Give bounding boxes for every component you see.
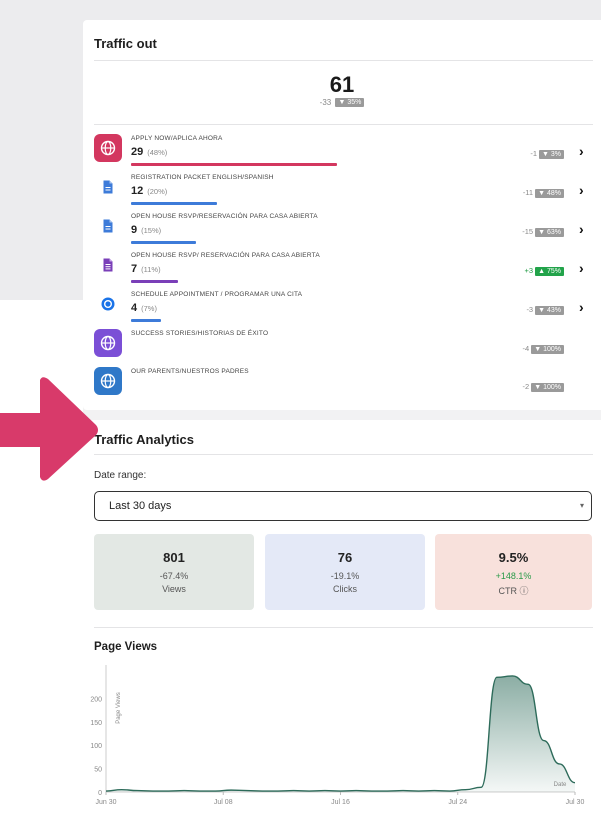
item-percent: (15%) — [141, 226, 162, 235]
item-label: OPEN HOUSE RSVP/RESERVACIÓN PARA CASA AB… — [131, 213, 318, 220]
y-tick-label: 100 — [90, 743, 102, 750]
item-count-value: 4 — [131, 302, 138, 314]
item-count: 4 (7%) — [131, 302, 157, 314]
item-delta-pill: ▼ 100% — [531, 382, 564, 392]
item-label: SUCCESS STORIES/HISTORIAS DE ÉXITO — [131, 330, 269, 337]
item-delta-value: +3 — [524, 266, 534, 275]
traffic-out-total: 61 — [329, 72, 355, 97]
traffic-out-total-delta: -33 ▼ 35% — [83, 98, 601, 108]
chevron-right-icon[interactable]: › — [579, 182, 584, 198]
item-label: SCHEDULE APPOINTMENT / PROGRAMAR UNA CIT… — [131, 291, 303, 298]
traffic-out-item[interactable]: OPEN HOUSE RSVP/RESERVACIÓN PARA CASA AB… — [94, 212, 584, 248]
item-label: OUR PARENTS/NUESTROS PADRES — [131, 368, 249, 375]
traffic-out-item: SUCCESS STORIES/HISTORIAS DE ÉXITO -4 ▼ 10… — [94, 329, 564, 365]
x-tick-label: Jun 30 — [95, 799, 116, 806]
page-views-chart: 0 50 100 150 200 Jun 30 Jul 08 Jul 16 Jul 24 Jul … — [90, 665, 585, 806]
item-count: 12 (20%) — [131, 185, 167, 197]
chevron-right-icon[interactable]: › — [579, 260, 584, 276]
y-tick-label: 0 — [98, 790, 102, 797]
item-count: 29 (48%) — [131, 146, 167, 158]
document-icon — [94, 173, 122, 201]
item-delta-pill: ▼ 48% — [535, 188, 564, 198]
traffic-out-item[interactable]: OPEN HOUSE RSVP/ RESERVACIÓN PARA CASA A… — [94, 251, 584, 287]
chevron-right-icon[interactable]: › — [579, 299, 584, 315]
item-percent: (7%) — [141, 304, 157, 313]
chevron-right-icon[interactable]: › — [579, 143, 584, 159]
item-delta: +3 ▲ 75% — [525, 266, 564, 276]
item-delta-value: -4 — [522, 344, 530, 353]
item-progress-bar — [131, 280, 178, 283]
x-tick-label: Jul 24 — [448, 799, 467, 806]
item-count-value: 9 — [131, 224, 138, 236]
x-tick-label: Jul 16 — [331, 799, 350, 806]
form-icon — [94, 251, 122, 279]
document-icon — [94, 212, 122, 240]
item-delta-value: -15 — [522, 227, 534, 236]
item-delta-pill: ▼ 100% — [531, 344, 564, 354]
divider — [94, 124, 593, 125]
item-delta-pill: ▼ 3% — [539, 149, 564, 159]
item-delta-pill: ▼ 63% — [535, 227, 564, 237]
item-progress-bar — [131, 319, 161, 322]
x-tick-label: Jul 30 — [566, 799, 585, 806]
divider — [94, 60, 593, 61]
traffic-out-item: OUR PARENTS/NUESTROS PADRES -2 ▼ 100% — [94, 367, 564, 403]
item-delta-pill: ▼ 43% — [535, 305, 564, 315]
total-delta-pill: ▼ 35% — [335, 98, 365, 108]
item-count-value: 7 — [131, 263, 138, 275]
item-delta-value: -3 — [526, 305, 534, 314]
item-count-value: 12 — [131, 185, 144, 197]
y-axis-label: Page Views — [116, 692, 122, 724]
item-count-value: 29 — [131, 146, 144, 158]
item-delta-pill: ▲ 75% — [535, 266, 564, 276]
y-tick-label: 200 — [90, 696, 102, 703]
item-delta: -15 ▼ 63% — [522, 227, 564, 237]
item-percent: (20%) — [147, 187, 168, 196]
item-percent: (48%) — [147, 148, 168, 157]
traffic-out-item[interactable]: REGISTRATION PACKET ENGLISH/SPANISH 12 (20… — [94, 173, 584, 209]
item-delta-value: -2 — [522, 382, 530, 391]
traffic-out-card: Traffic out 61 -33 ▼ 35% APPLY NOW/APLIC… — [83, 20, 601, 410]
x-axis-label: Date — [554, 782, 567, 788]
item-label: REGISTRATION PACKET ENGLISH/SPANISH — [131, 174, 274, 181]
item-progress-bar — [131, 163, 337, 166]
traffic-out-item[interactable]: APPLY NOW/APLICA AHORA 29 (48%) -1 ▼ 3% › — [94, 134, 584, 170]
item-delta-value: -11 — [522, 188, 534, 197]
item-delta: -3 ▼ 43% — [526, 305, 564, 315]
globe-icon — [94, 329, 122, 357]
traffic-out-title: Traffic out — [94, 36, 157, 51]
x-tick-label: Jul 08 — [214, 799, 233, 806]
pointer-arrow-icon — [0, 377, 98, 481]
item-progress-bar — [131, 202, 217, 205]
item-delta: -2 ▼ 100% — [523, 382, 564, 392]
item-count: 9 (15%) — [131, 224, 161, 236]
item-percent: (11%) — [141, 265, 161, 274]
item-delta: -11 ▼ 48% — [523, 188, 564, 198]
item-delta-value: -1 — [530, 149, 537, 158]
item-progress-bar — [131, 241, 196, 244]
item-delta: -1 ▼ 3% — [530, 149, 564, 159]
item-label: OPEN HOUSE RSVP/ RESERVACIÓN PARA CASA A… — [131, 252, 320, 259]
item-label: APPLY NOW/APLICA AHORA — [131, 135, 223, 142]
total-delta-value: -33 — [319, 98, 332, 107]
traffic-analytics-card: Traffic Analytics Date range: Last 30 da… — [83, 420, 601, 835]
y-tick-label: 50 — [94, 767, 102, 774]
calendar-icon — [94, 290, 122, 318]
item-count: 7 (11%) — [131, 263, 161, 275]
item-delta: -4 ▼ 100% — [523, 344, 564, 354]
chevron-right-icon[interactable]: › — [579, 221, 584, 237]
traffic-out-item[interactable]: SCHEDULE APPOINTMENT / PROGRAMAR UNA CIT… — [94, 290, 584, 326]
y-tick-label: 150 — [90, 720, 102, 727]
globe-icon — [94, 134, 122, 162]
page-views-area — [106, 675, 575, 792]
